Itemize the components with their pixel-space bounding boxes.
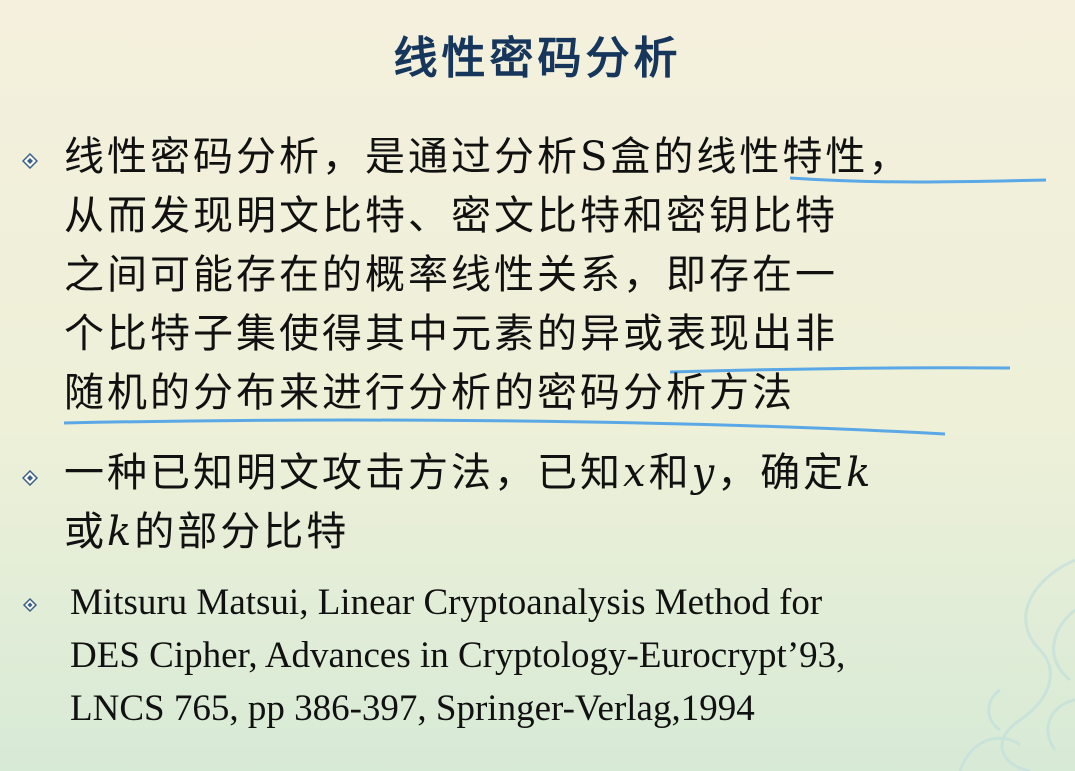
bullet-1-text: 线性密码分析，是通过分析S盒的线性特性， 从而发现明文比特、密文比特和密钥比特 … — [64, 128, 1054, 423]
diamond-bullet-icon — [22, 470, 38, 486]
text-segment: 或 — [64, 509, 107, 555]
text-segment: 和 — [648, 450, 692, 496]
bullet-1-line: 之间可能存在的概率线性关系，即存在一 — [64, 252, 838, 298]
page-title: 线性密码分析 — [393, 33, 682, 84]
bullet-2-text: 一种已知明文攻击方法，已知x和y，确定k 或k的部分比特 — [64, 444, 1054, 562]
diamond-bullet-icon — [22, 153, 38, 169]
var-y: y — [691, 450, 718, 496]
text-segment: 一种已知明文攻击方法，已知 — [64, 450, 623, 496]
var-k: k — [107, 509, 135, 555]
bullet-1-line: 线性密码分析，是通过分析S盒的线性特性， — [64, 134, 912, 180]
text-segment: 的部分比特 — [134, 509, 350, 555]
bullet-1-line: 随机的分布来进行分析的密码分析方法 — [64, 370, 795, 416]
bullet-1-line: 个比特子集使得其中元素的异或表现出非 — [64, 311, 838, 357]
bullet-2-line-1: 一种已知明文攻击方法，已知x和y，确定k — [64, 444, 1054, 503]
diamond-bullet-icon — [22, 597, 38, 613]
reference-line: DES Cipher, Advances in Cryptology-Euroc… — [70, 635, 846, 676]
var-k: k — [846, 450, 874, 496]
bullet-3-reference: Mitsuru Matsui, Linear Cryptoanalysis Me… — [70, 576, 1050, 735]
bullet-1-line: 从而发现明文比特、密文比特和密钥比特 — [64, 193, 838, 239]
bullet-2-line-2: 或k的部分比特 — [64, 503, 1054, 562]
reference-line: Mitsuru Matsui, Linear Cryptoanalysis Me… — [70, 582, 823, 623]
var-x: x — [623, 450, 649, 496]
text-segment: ，确定 — [717, 450, 847, 496]
reference-line: LNCS 765, pp 386-397, Springer-Verlag,19… — [70, 688, 755, 729]
